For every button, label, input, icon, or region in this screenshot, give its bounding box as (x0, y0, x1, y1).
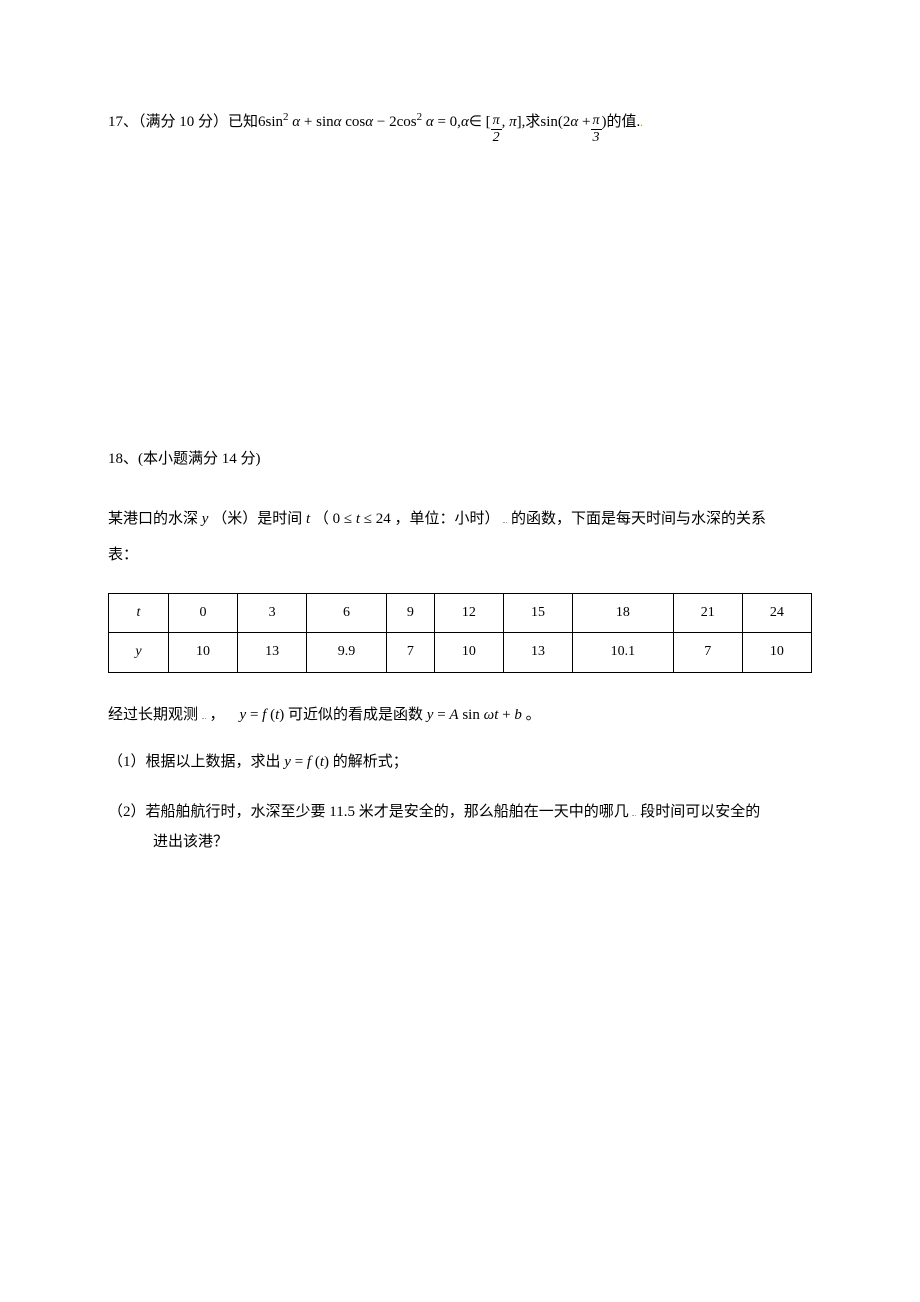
table-cell: 12 (434, 594, 503, 633)
table-cell: 7 (673, 633, 742, 672)
p18-desc-6: 表： (108, 547, 138, 563)
p17-qiu: 求 (525, 110, 540, 134)
p18-q2-mid: 段时间可以安全的 (640, 804, 760, 820)
p18-approx: 可近似的看成是函数 (288, 707, 427, 723)
p17-dezhi: 的值. (607, 110, 641, 134)
table-header-t: t (109, 594, 169, 633)
p18-q1-eq: y = f (t) (284, 754, 329, 770)
data-table: t 0 3 6 9 12 15 18 21 24 y 10 13 9.9 7 1… (108, 593, 812, 673)
p18-q2-prefix: （2）若船舶航行时，水深至少要 11.5 米才是安全的，那么船舶在一天中的哪几 (108, 804, 629, 820)
table-header-y: y (109, 633, 169, 672)
table-cell: 13 (503, 633, 572, 672)
p18-desc-1: 某港口的水深 (108, 511, 202, 527)
table-cell: 13 (238, 633, 307, 672)
annotation-underline (503, 508, 507, 523)
annotation-dot: . (640, 116, 643, 132)
p18-q1-prefix: （1）根据以上数据，求出 (108, 754, 284, 770)
p18-period: 。 (526, 707, 541, 723)
p18-t: t (306, 511, 310, 527)
table-cell: 3 (238, 594, 307, 633)
p18-desc-5: 的函数，下面是每天时间与水深的关系 (511, 511, 766, 527)
p17-prefix: 17、（满分 10 分）已知 (108, 110, 258, 134)
p18-desc-2: （米）是时间 (212, 511, 302, 527)
table-cell: 9.9 (307, 633, 387, 672)
problem-17: 17、（满分 10 分）已知 6sin2 α + sinα cosα − 2co… (108, 110, 812, 147)
p18-q1-suffix: 的解析式； (333, 754, 408, 770)
p17-sin-open: sin(2α + (540, 110, 590, 134)
p18-range: 0 ≤ t ≤ 24 (333, 511, 391, 527)
p18-q1: （1）根据以上数据，求出 y = f (t) 的解析式； (108, 747, 812, 777)
table-row-t: t 0 3 6 9 12 15 18 21 24 (109, 594, 812, 633)
p18-q2: （2）若船舶航行时，水深至少要 11.5 米才是安全的，那么船舶在一天中的哪几 … (108, 797, 812, 857)
table-cell: 10.1 (573, 633, 674, 672)
table-cell: 10 (434, 633, 503, 672)
p18-comma: ， (210, 707, 225, 723)
table-row-y: y 10 13 9.9 7 10 13 10.1 7 10 (109, 633, 812, 672)
p17-equation: 6sin2 α + sinα cosα − 2cos2 α = 0, (258, 110, 461, 134)
table-cell: 10 (742, 633, 811, 672)
table-cell: 10 (169, 633, 238, 672)
frac-den: 2 (491, 130, 502, 145)
annotation-underline (202, 704, 206, 719)
table-cell: 7 (386, 633, 434, 672)
frac-den: 3 (591, 130, 602, 145)
p18-desc-4: ，单位：小时） (395, 511, 500, 527)
p17-frac-pi-2: π 2 (491, 114, 502, 145)
problem-17-statement: 17、（满分 10 分）已知 6sin2 α + sinα cosα − 2co… (108, 110, 812, 147)
p18-yft: y = f (t) (240, 707, 285, 723)
p17-frac-pi-3: π 3 (591, 114, 602, 145)
p18-asinwt: y = A sin ωt + b (427, 707, 522, 723)
table-cell: 15 (503, 594, 572, 633)
p18-y: y (202, 511, 209, 527)
frac-num: π (591, 114, 602, 130)
p18-observe-txt: 经过长期观测 (108, 707, 198, 723)
annotation-underline (632, 801, 636, 816)
table-cell: 6 (307, 594, 387, 633)
p18-q2-line2: 进出该港？ (108, 827, 812, 857)
p18-desc-3: （ (314, 511, 329, 527)
frac-num: π (491, 114, 502, 130)
p18-description: 某港口的水深 y （米）是时间 t （ 0 ≤ t ≤ 24 ，单位：小时） 的… (108, 501, 812, 573)
table-cell: 24 (742, 594, 811, 633)
p17-domain: α (461, 110, 469, 134)
table-cell: 18 (573, 594, 674, 633)
table-cell: 0 (169, 594, 238, 633)
problem-18: 18、(本小题满分 14 分) 某港口的水深 y （米）是时间 t （ 0 ≤ … (108, 447, 812, 857)
table-cell: 9 (386, 594, 434, 633)
p17-comma-pi: , π], (502, 110, 526, 134)
table-cell: 21 (673, 594, 742, 633)
p17-in: ∈ [ (469, 110, 491, 134)
p18-observe: 经过长期观测 ， y = f (t) 可近似的看成是函数 y = A sin ω… (108, 703, 812, 727)
p18-title: 18、(本小题满分 14 分) (108, 447, 812, 471)
